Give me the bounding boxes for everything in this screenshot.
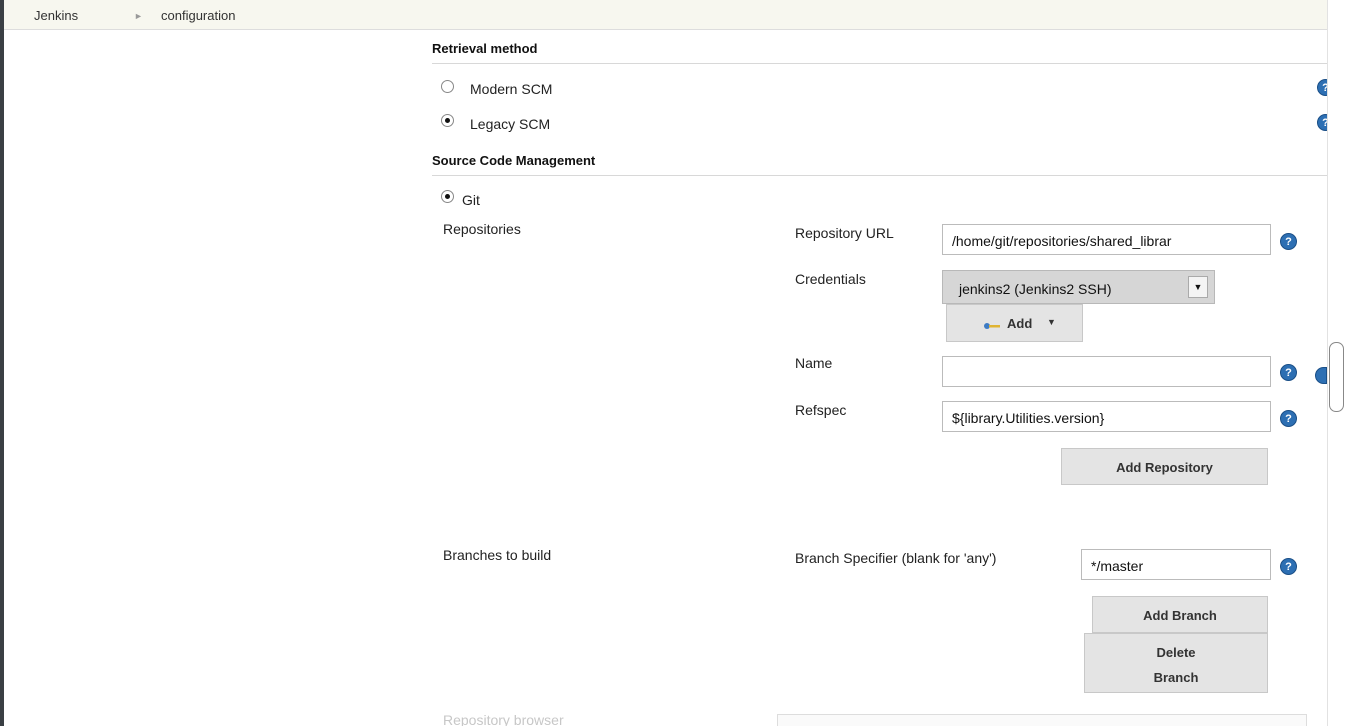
repository-url-label: Repository URL [795,225,894,241]
credentials-selected-value: jenkins2 (Jenkins2 SSH) [959,281,1112,297]
section-divider [432,63,1327,64]
breadcrumb: Jenkins ► configuration [4,0,1327,30]
breadcrumb-jenkins-link[interactable]: Jenkins [34,8,78,23]
help-icon[interactable]: ? [1317,79,1327,96]
breadcrumb-separator-icon: ► [134,11,143,21]
help-icon[interactable]: ? [1280,558,1297,575]
git-label: Git [462,192,480,208]
refspec-input[interactable]: ${library.Utilities.version} [942,401,1271,432]
repository-url-input[interactable]: /home/git/repositories/shared_librar [942,224,1271,255]
scrollbar-thumb[interactable] [1329,342,1344,412]
modern-scm-radio[interactable] [441,80,454,93]
delete-branch-label-line1: Delete [1156,645,1196,660]
add-repository-button[interactable]: Add Repository [1061,448,1268,485]
help-icon[interactable] [1315,367,1327,384]
refspec-label: Refspec [795,402,847,418]
retrieval-method-title: Retrieval method [432,41,538,56]
credentials-label: Credentials [795,271,866,287]
add-credentials-button[interactable]: Add ▼ [946,304,1083,342]
modern-scm-label: Modern SCM [470,81,553,97]
add-label: Add [1007,316,1033,331]
caret-down-icon: ▼ [1047,317,1056,327]
help-icon[interactable]: ? [1280,233,1297,250]
name-input[interactable] [942,356,1271,387]
branch-specifier-input[interactable]: */master [1081,549,1271,580]
git-radio[interactable] [441,190,454,203]
key-add-icon [983,318,1001,329]
repository-browser-label: Repository browser [443,712,564,726]
help-icon[interactable]: ? [1280,410,1297,427]
jenkins-config-window: Jenkins ► configuration Retrieval method… [4,0,1327,726]
repositories-label: Repositories [443,221,521,237]
section-divider [432,175,1327,176]
scm-title: Source Code Management [432,153,596,168]
credentials-select[interactable]: jenkins2 (Jenkins2 SSH) ▼ [942,270,1215,304]
repository-browser-select[interactable] [777,714,1307,726]
add-branch-button[interactable]: Add Branch [1092,596,1268,633]
help-icon[interactable]: ? [1317,114,1327,131]
help-icon[interactable]: ? [1280,364,1297,381]
breadcrumb-configuration-link[interactable]: configuration [161,8,235,23]
delete-branch-button[interactable]: Delete Branch [1084,633,1268,693]
delete-branch-label-line2: Branch [1153,670,1199,685]
legacy-scm-radio[interactable] [441,114,454,127]
legacy-scm-label: Legacy SCM [470,116,551,132]
caret-down-icon[interactable]: ▼ [1188,276,1208,298]
branch-specifier-label: Branch Specifier (blank for 'any') [795,550,997,566]
branches-to-build-label: Branches to build [443,547,552,563]
name-label: Name [795,355,833,371]
